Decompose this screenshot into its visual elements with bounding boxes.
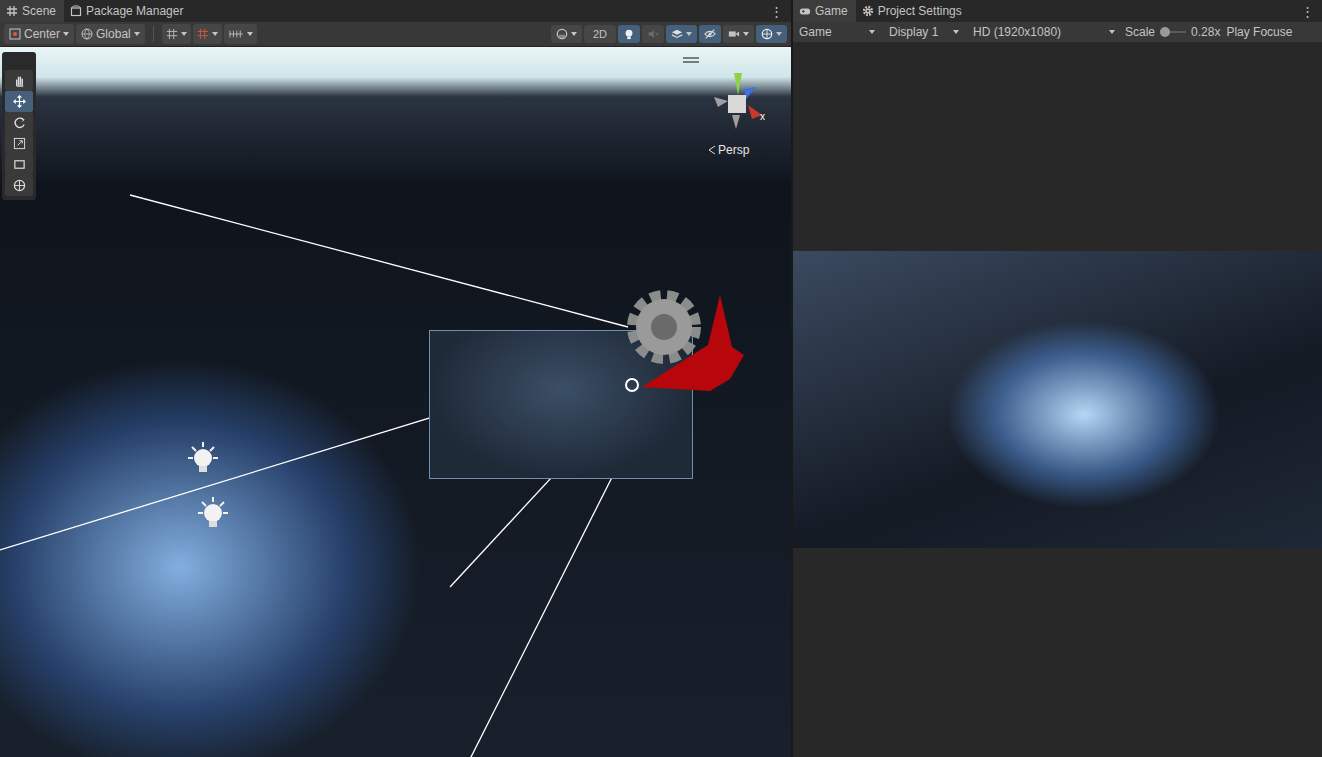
view-toggle[interactable]: 2D <box>584 25 616 43</box>
package-icon <box>70 5 82 17</box>
shading-sphere-icon <box>556 28 568 40</box>
game-view <box>793 42 1322 757</box>
game-panel: Game Project Settings ⋮ Game Display 1 H… <box>793 0 1322 757</box>
scene-viewport[interactable]: x Persp <box>0 47 791 757</box>
snap-dropdown[interactable] <box>193 24 222 44</box>
camera-icon <box>728 28 740 40</box>
chevron-icon <box>708 145 716 155</box>
tool-button[interactable] <box>5 70 33 91</box>
panel-menu-button[interactable]: ⋮ <box>1293 0 1322 22</box>
scene-toolbar: Center Global 2D <box>0 22 791 47</box>
view-toggle[interactable] <box>618 25 640 43</box>
increment-snap-icon <box>197 28 209 40</box>
tool-button[interactable] <box>5 133 33 154</box>
scale-control: Scale 0.28x <box>1125 25 1220 39</box>
grid-snap-icon <box>166 28 178 40</box>
pivot-dropdown[interactable]: Center <box>4 24 74 44</box>
rect-tool-icon <box>13 158 26 171</box>
camera-gizmo-icon[interactable] <box>612 275 747 395</box>
view-toggle[interactable] <box>666 25 697 43</box>
grid-icon <box>6 5 18 17</box>
hidden-eye-icon <box>704 28 716 40</box>
audio-muted-icon <box>647 28 659 40</box>
snap-dropdown[interactable] <box>162 24 191 44</box>
gamepad-icon <box>799 5 811 17</box>
tab-bar: Game Project Settings ⋮ <box>793 0 1322 22</box>
resolution-dropdown[interactable]: HD (1920x1080) <box>969 23 1119 41</box>
gear-icon <box>862 5 874 17</box>
scene-panel: Scene Package Manager ⋮ Center Global 2D… <box>0 0 791 757</box>
overlay-menu-icon[interactable] <box>683 56 699 64</box>
orientation-gizmo[interactable]: x Persp <box>700 69 780 161</box>
light-icon[interactable] <box>183 440 223 480</box>
panel-menu-button[interactable]: ⋮ <box>762 0 791 22</box>
scale-tool-icon <box>13 137 26 150</box>
snap-dropdown[interactable] <box>224 24 257 44</box>
tab-bar: Scene Package Manager ⋮ <box>0 0 791 22</box>
light-icon[interactable] <box>193 495 233 535</box>
projection-toggle[interactable]: Persp <box>708 143 749 157</box>
ruler-icon <box>228 28 244 40</box>
game-render <box>793 251 1322 548</box>
tool-button[interactable] <box>5 154 33 175</box>
axis-gizmo-icon <box>704 71 774 131</box>
game-toolbar: Game Display 1 HD (1920x1080) Scale 0.28… <box>793 22 1322 42</box>
view-toggle[interactable] <box>723 25 754 43</box>
tool-button[interactable] <box>5 91 33 112</box>
tool-button[interactable] <box>5 112 33 133</box>
view-dropdown[interactable]: Game <box>795 23 879 41</box>
rotate-tool-icon <box>13 116 26 129</box>
pivot-icon <box>9 28 21 40</box>
tool-button[interactable] <box>5 175 33 196</box>
tab[interactable]: Game <box>793 0 856 22</box>
unity-editor: Scene Package Manager ⋮ Center Global 2D… <box>0 0 1322 757</box>
scale-slider[interactable] <box>1160 31 1186 33</box>
globe-icon <box>81 28 93 40</box>
view-toggle[interactable] <box>642 25 664 43</box>
hand-tool-icon <box>13 74 26 87</box>
tab[interactable]: Package Manager <box>64 0 191 22</box>
transform-tool-icon <box>13 179 26 192</box>
display-dropdown[interactable]: Display 1 <box>885 23 963 41</box>
gizmos-sphere-icon <box>761 28 773 40</box>
play-mode-dropdown[interactable]: Play Focuse <box>1226 25 1292 39</box>
view-toggle[interactable] <box>551 25 582 43</box>
slider-knob[interactable] <box>1160 27 1170 37</box>
view-toggle[interactable] <box>756 25 787 43</box>
tab[interactable]: Project Settings <box>856 0 970 22</box>
view-toggle[interactable] <box>699 25 721 43</box>
space-dropdown[interactable]: Global <box>76 24 145 44</box>
lightbulb-icon <box>623 28 635 40</box>
move-tool-icon <box>13 95 26 108</box>
effects-layers-icon <box>671 28 683 40</box>
tab[interactable]: Scene <box>0 0 64 22</box>
tool-palette <box>2 52 36 200</box>
